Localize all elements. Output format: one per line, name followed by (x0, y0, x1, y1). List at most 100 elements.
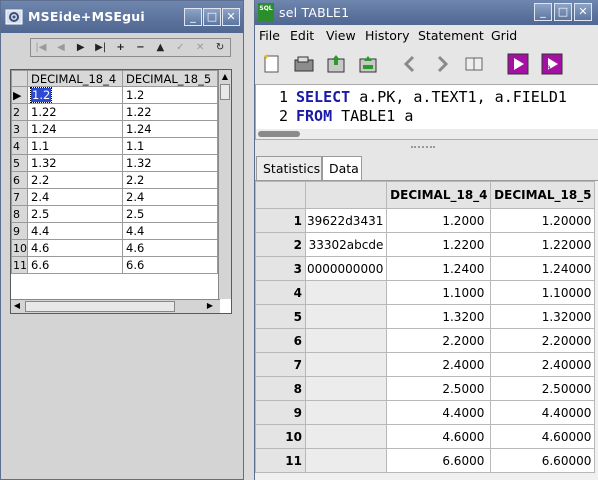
history-forward-icon[interactable] (431, 53, 453, 75)
grid-cell[interactable]: 2.2 (122, 171, 218, 189)
code-line[interactable]: SELECT a.PK, a.TEXT1, a.FIELD1 (296, 88, 567, 106)
grid-cell[interactable]: 1.24 (122, 120, 218, 138)
grid-cell[interactable]: 0000000000 (304, 256, 388, 281)
grid-cell[interactable]: 2.2000 (386, 328, 492, 353)
open-file-icon[interactable] (293, 53, 315, 75)
grid-cell[interactable]: 6.6 (27, 256, 123, 274)
maximize-button[interactable]: □ (203, 8, 221, 26)
grid-cell[interactable]: 2.50000 (490, 376, 596, 401)
grid-cell[interactable]: 4.40000 (490, 400, 596, 425)
code-line[interactable]: FROM TABLE1 a (296, 107, 413, 125)
grid-cell[interactable] (304, 328, 388, 353)
title-bar[interactable]: MSEide+MSEgui _ □ ✕ (1, 1, 243, 33)
editor-horizontal-scrollbar[interactable] (256, 129, 598, 139)
table-row[interactable]: 5 1.32 1.32 (11, 154, 218, 172)
splitter-handle[interactable] (255, 140, 598, 154)
tab-statistics[interactable]: Statistics (256, 156, 322, 180)
table-row[interactable]: 7 2.4000 2.40000 (255, 352, 596, 377)
table-row[interactable]: 11 6.6000 6.60000 (255, 448, 596, 473)
column-header[interactable] (304, 181, 388, 209)
grid-cell[interactable]: 4.4 (27, 222, 123, 240)
grid-cell[interactable] (304, 280, 388, 305)
edit-record-icon[interactable]: ▲ (150, 39, 170, 56)
minimize-button[interactable]: _ (184, 8, 202, 26)
table-row[interactable]: 10 4.6000 4.60000 (255, 424, 596, 449)
menu-statement[interactable]: Statement (418, 28, 484, 43)
grid-cell[interactable]: 6.6000 (386, 448, 492, 473)
grid-cell[interactable]: 1.22 (122, 103, 218, 121)
grid-cell[interactable]: 1.32 (27, 154, 123, 172)
grid-cell[interactable]: 1.10000 (490, 280, 596, 305)
grid-cell[interactable]: 1.1 (122, 137, 218, 155)
close-button[interactable]: ✕ (574, 3, 592, 21)
grid-cell[interactable]: 1.2 (27, 86, 123, 104)
post-record-icon[interactable]: ✓ (170, 39, 190, 56)
table-row[interactable]: 7 2.4 2.4 (11, 188, 218, 206)
table-row[interactable]: 8 2.5000 2.50000 (255, 376, 596, 401)
table-row[interactable]: 8 2.5 2.5 (11, 205, 218, 223)
grid-cell[interactable] (304, 304, 388, 329)
execute-icon[interactable] (507, 53, 529, 75)
scroll-right-icon[interactable]: ▶ (204, 300, 216, 312)
grid-cell[interactable]: 6.6 (122, 256, 218, 274)
menu-file[interactable]: File (259, 28, 280, 43)
menu-history[interactable]: History (365, 28, 409, 43)
menu-view[interactable]: View (326, 28, 356, 43)
scroll-thumb[interactable] (25, 301, 175, 312)
grid-cell[interactable]: 1.2000 (386, 208, 492, 233)
new-file-icon[interactable] (261, 53, 283, 75)
grid-cell[interactable]: 1.24000 (490, 256, 596, 281)
grid-cell[interactable]: 2.20000 (490, 328, 596, 353)
grid-cell[interactable] (304, 424, 388, 449)
grid-cell[interactable]: 2.5 (27, 205, 123, 223)
table-row[interactable]: 6 2.2000 2.20000 (255, 328, 596, 353)
grid-cell[interactable]: 4.4 (122, 222, 218, 240)
table-row[interactable]: 2 1.22 1.22 (11, 103, 218, 121)
table-row[interactable]: 3 0000000000 1.2400 1.24000 (255, 256, 596, 281)
column-header[interactable]: DECIMAL_18_5 (122, 70, 218, 87)
grid-cell[interactable]: 2.40000 (490, 352, 596, 377)
grid-cell[interactable]: 4.6 (122, 239, 218, 257)
history-list-icon[interactable] (463, 53, 485, 75)
cancel-record-icon[interactable]: ✕ (190, 39, 210, 56)
grid-cell[interactable]: 2.2 (27, 171, 123, 189)
scroll-thumb[interactable] (258, 131, 300, 137)
grid-cell[interactable]: 1.1000 (386, 280, 492, 305)
table-row[interactable]: 3 1.24 1.24 (11, 120, 218, 138)
table-row[interactable]: 10 4.6 4.6 (11, 239, 218, 257)
grid-cell[interactable] (304, 448, 388, 473)
selected-cell-value[interactable]: 1.2 (29, 87, 53, 103)
grid-cell[interactable]: 1.2 (122, 86, 218, 104)
prior-record-icon[interactable]: ◀ (51, 39, 71, 56)
minimize-button[interactable]: _ (534, 3, 552, 21)
grid-cell[interactable] (304, 400, 388, 425)
grid-cell[interactable]: 4.6 (27, 239, 123, 257)
column-header[interactable]: DECIMAL_18_4 (386, 181, 492, 209)
grid-cell[interactable]: 2.4 (27, 188, 123, 206)
grid-cell[interactable]: 1.3200 (386, 304, 492, 329)
grid-cell[interactable]: 4.4000 (386, 400, 492, 425)
close-button[interactable]: ✕ (222, 8, 240, 26)
grid-cell[interactable]: 1.22 (27, 103, 123, 121)
table-row[interactable]: 1 39622d3431 1.2000 1.20000 (255, 208, 596, 233)
table-row[interactable]: ▶ 1.2 1.2 (11, 86, 218, 104)
grid-cell[interactable]: 2.4000 (386, 352, 492, 377)
scroll-thumb[interactable] (220, 84, 230, 100)
column-header[interactable]: DECIMAL_18_5 (490, 181, 596, 209)
last-record-icon[interactable]: ▶| (91, 39, 111, 56)
table-row[interactable]: 6 2.2 2.2 (11, 171, 218, 189)
save-icon[interactable] (325, 53, 347, 75)
grid-cell[interactable]: 4.60000 (490, 424, 596, 449)
execute-script-icon[interactable]: a (541, 53, 563, 75)
history-back-icon[interactable] (399, 53, 421, 75)
grid-cell[interactable]: 6.60000 (490, 448, 596, 473)
table-row[interactable]: 2 33302abcde 1.2200 1.22000 (255, 232, 596, 257)
menu-edit[interactable]: Edit (290, 28, 314, 43)
column-header[interactable]: DECIMAL_18_4 (27, 70, 123, 87)
grid-cell[interactable]: 39622d3431 (304, 208, 388, 233)
vertical-scrollbar[interactable]: ▲ (218, 70, 231, 299)
table-row[interactable]: 4 1.1000 1.10000 (255, 280, 596, 305)
table-row[interactable]: 5 1.3200 1.32000 (255, 304, 596, 329)
scroll-left-icon[interactable]: ◀ (11, 300, 23, 312)
grid-cell[interactable]: 1.2400 (386, 256, 492, 281)
